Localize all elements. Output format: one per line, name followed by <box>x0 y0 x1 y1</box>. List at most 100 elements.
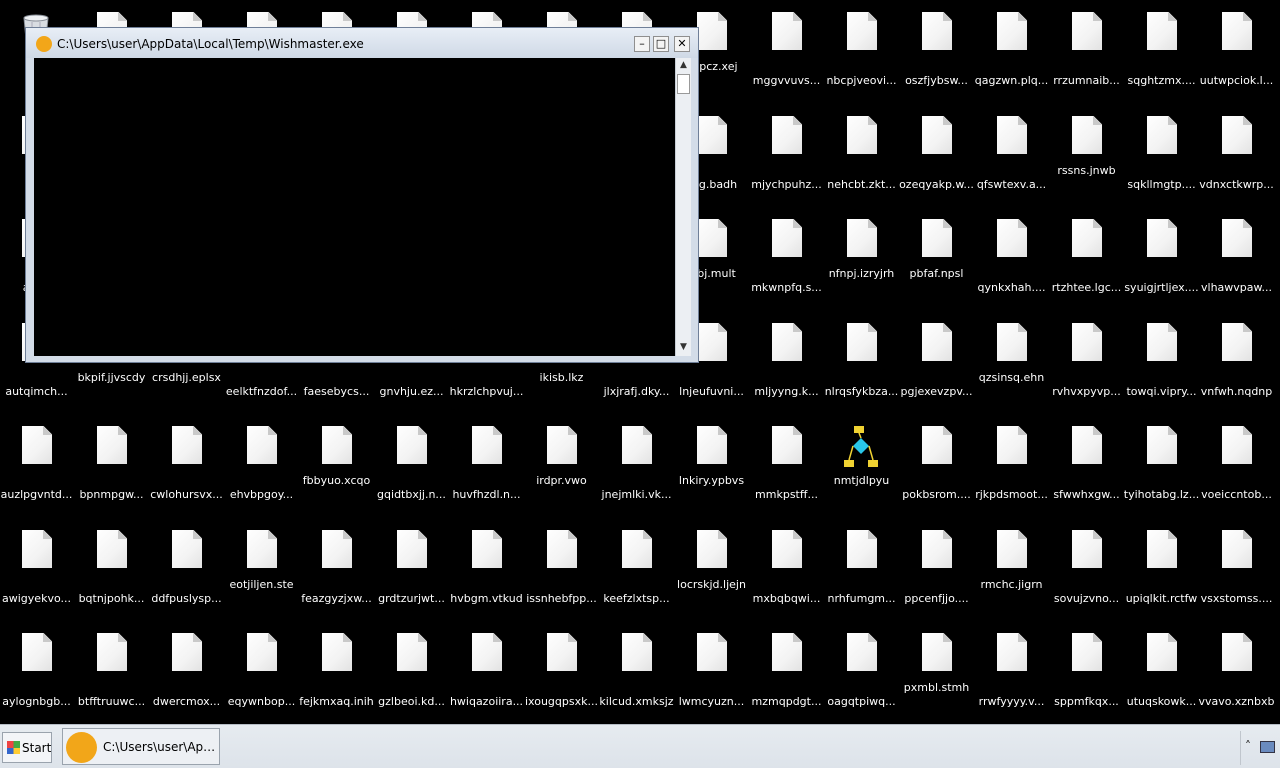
console-window[interactable]: C:\Users\user\AppData\Local\Temp\Wishmas… <box>25 27 699 363</box>
desktop-file-icon[interactable]: lwmcyuzn... <box>674 631 749 721</box>
document-icon <box>172 633 202 671</box>
desktop-file-icon[interactable]: oagqtpiwq... <box>824 631 899 721</box>
desktop-file-icon[interactable]: vdnxctkwrp... <box>1199 114 1274 204</box>
desktop-file-icon[interactable]: sqkllmgtp.... <box>1124 114 1199 204</box>
desktop-file-icon[interactable]: vnfwh.nqdnp <box>1199 321 1274 411</box>
desktop-file-icon[interactable]: qagzwn.plq... <box>974 10 1049 100</box>
taskbar-button-wishmaster[interactable]: C:\Users\user\AppD... <box>62 728 220 765</box>
desktop-file-icon[interactable]: mkwnpfq.s... <box>749 217 824 307</box>
desktop-file-label: oszfjybsw... <box>905 74 968 87</box>
desktop-file-icon[interactable]: jnejmlki.vk... <box>599 424 674 514</box>
desktop-file-icon[interactable]: dwercmox... <box>149 631 224 721</box>
document-icon <box>97 633 127 671</box>
desktop-file-icon[interactable]: syuigjrtljex.... <box>1124 217 1199 307</box>
desktop-file-icon[interactable]: pxmbl.stmh <box>899 631 974 721</box>
desktop-file-icon[interactable]: voeiccntob... <box>1199 424 1274 514</box>
desktop-file-icon[interactable]: nrhfumgm... <box>824 528 899 618</box>
document-icon <box>1222 116 1252 154</box>
desktop-file-icon[interactable]: hvbgm.vtkud <box>449 528 524 618</box>
desktop-file-icon[interactable]: keefzlxtsp... <box>599 528 674 618</box>
desktop-file-icon[interactable]: nfnpj.izryjrh <box>824 217 899 307</box>
desktop-file-icon[interactable]: irdpr.vwo <box>524 424 599 514</box>
desktop-file-icon[interactable]: rvhvxpyvp... <box>1049 321 1124 411</box>
desktop-file-icon[interactable]: fbbyuo.xcqo <box>299 424 374 514</box>
desktop-file-icon[interactable]: ddfpuslysp... <box>149 528 224 618</box>
desktop-file-icon[interactable]: kilcud.xmksjz <box>599 631 674 721</box>
desktop-file-icon[interactable]: rrzumnaib... <box>1049 10 1124 100</box>
desktop-file-icon[interactable]: nbcpjveovi... <box>824 10 899 100</box>
desktop-file-icon[interactable]: sovujzvno... <box>1049 528 1124 618</box>
close-button[interactable]: ✕ <box>674 36 690 52</box>
desktop-file-icon[interactable]: bqtnjpohk... <box>74 528 149 618</box>
desktop-file-icon[interactable]: grdtzurjwt... <box>374 528 449 618</box>
desktop-file-icon[interactable]: locrskjd.ljejn <box>674 528 749 618</box>
desktop-file-icon[interactable]: mljyyng.k... <box>749 321 824 411</box>
desktop-file-icon[interactable]: rrwfyyyy.v... <box>974 631 1049 721</box>
desktop-file-icon[interactable]: nehcbt.zkt... <box>824 114 899 204</box>
vertical-scrollbar[interactable]: ▲ ▼ <box>675 58 691 356</box>
console-output-area[interactable] <box>34 58 675 356</box>
desktop-file-icon[interactable]: rmchc.jigrn <box>974 528 1049 618</box>
desktop-file-icon[interactable]: vlhawvpaw... <box>1199 217 1274 307</box>
desktop-file-icon[interactable]: mxbqbqwi... <box>749 528 824 618</box>
desktop-file-icon[interactable]: mzmqpdgt... <box>749 631 824 721</box>
minimize-button[interactable]: – <box>634 36 650 52</box>
desktop-file-label: mkwnpfq.s... <box>751 281 822 294</box>
desktop-file-icon[interactable]: vvavo.xznbxb <box>1198 631 1275 721</box>
desktop-file-icon[interactable]: rssns.jnwb <box>1049 114 1124 204</box>
desktop-file-icon[interactable]: huvfhzdl.n... <box>449 424 524 514</box>
desktop-file-icon[interactable]: ozeqyakp.w... <box>899 114 974 204</box>
desktop-file-icon[interactable]: feazgyzjxw... <box>299 528 374 618</box>
desktop-file-icon[interactable]: btfftruuwc... <box>74 631 149 721</box>
desktop-file-icon[interactable]: fejkmxaq.inih <box>299 631 374 721</box>
desktop-file-icon[interactable]: auzlpgvntd... <box>0 424 74 514</box>
desktop-file-label: sqkllmgtp.... <box>1127 178 1196 191</box>
desktop-file-icon[interactable]: sppmfkqx... <box>1049 631 1124 721</box>
desktop-file-icon[interactable]: hwiqazoiira... <box>449 631 524 721</box>
desktop-file-icon[interactable]: rtzhtee.lgc... <box>1049 217 1124 307</box>
desktop-file-icon[interactable]: ehvbpgoy... <box>224 424 299 514</box>
desktop-file-icon[interactable]: gzlbeoi.kd... <box>374 631 449 721</box>
desktop-file-icon[interactable]: vsxstomss.... <box>1199 528 1274 618</box>
maximize-button[interactable]: □ <box>653 36 669 52</box>
desktop-file-label: vnfwh.nqdnp <box>1200 385 1273 398</box>
desktop-file-icon[interactable]: mggvvuvs... <box>749 10 824 100</box>
desktop-file-icon[interactable]: aylognbgb... <box>0 631 74 721</box>
desktop-file-icon[interactable]: cwlohursvx... <box>149 424 224 514</box>
desktop-file-icon[interactable]: eotjiljen.ste <box>224 528 299 618</box>
desktop-file-icon[interactable]: mmkpstff... <box>749 424 824 514</box>
desktop-file-icon[interactable]: pokbsrom.... <box>899 424 974 514</box>
desktop-file-icon[interactable]: upiqlkit.rctfw <box>1124 528 1199 618</box>
show-hidden-icons-chevron[interactable]: ˄ <box>1245 739 1251 753</box>
desktop-file-icon[interactable]: utuqskowk... <box>1124 631 1199 721</box>
desktop-file-icon[interactable]: sfwwhxgw... <box>1049 424 1124 514</box>
desktop-file-icon[interactable]: issnhebfpp... <box>524 528 599 618</box>
desktop-file-icon[interactable]: awigyekvo... <box>0 528 74 618</box>
desktop-file-icon[interactable]: bpnmpgw... <box>74 424 149 514</box>
desktop-file-icon[interactable]: qynkxhah.... <box>974 217 1049 307</box>
desktop-file-icon[interactable]: oszfjybsw... <box>899 10 974 100</box>
scroll-down-arrow[interactable]: ▼ <box>676 340 691 355</box>
desktop-file-icon[interactable]: towqi.vipry... <box>1124 321 1199 411</box>
network-icon[interactable] <box>1260 741 1275 753</box>
desktop-file-icon[interactable]: sqghtzmx.... <box>1124 10 1199 100</box>
desktop-file-icon[interactable]: ppcenfjjo.... <box>899 528 974 618</box>
window-titlebar[interactable]: C:\Users\user\AppData\Local\Temp\Wishmas… <box>26 28 698 58</box>
desktop-file-icon[interactable]: pbfaf.npsl <box>899 217 974 307</box>
desktop-file-icon[interactable]: pgjexevzpv... <box>899 321 974 411</box>
start-button[interactable]: Start <box>2 732 52 763</box>
desktop-file-icon[interactable]: qzsinsq.ehn <box>974 321 1049 411</box>
desktop-file-icon[interactable]: eqywnbop... <box>224 631 299 721</box>
desktop-file-icon[interactable]: mjychpuhz... <box>749 114 824 204</box>
desktop-file-icon[interactable]: nmtjdlpyu <box>824 424 899 514</box>
desktop-file-icon[interactable]: qfswtexv.a... <box>974 114 1049 204</box>
desktop-file-icon[interactable]: gqidtbxjj.n... <box>374 424 449 514</box>
desktop-file-icon[interactable]: lnkiry.ypbvs <box>674 424 749 514</box>
desktop-file-icon[interactable]: ixougqpsxk... <box>524 631 599 721</box>
scroll-thumb[interactable] <box>677 74 690 94</box>
desktop-file-icon[interactable]: uutwpciok.l... <box>1199 10 1274 100</box>
scroll-up-arrow[interactable]: ▲ <box>676 58 691 73</box>
desktop-file-icon[interactable]: nlrqsfykbza... <box>824 321 899 411</box>
desktop-file-icon[interactable]: rjkpdsmoot... <box>974 424 1049 514</box>
desktop-file-icon[interactable]: tyihotabg.lz... <box>1124 424 1199 514</box>
